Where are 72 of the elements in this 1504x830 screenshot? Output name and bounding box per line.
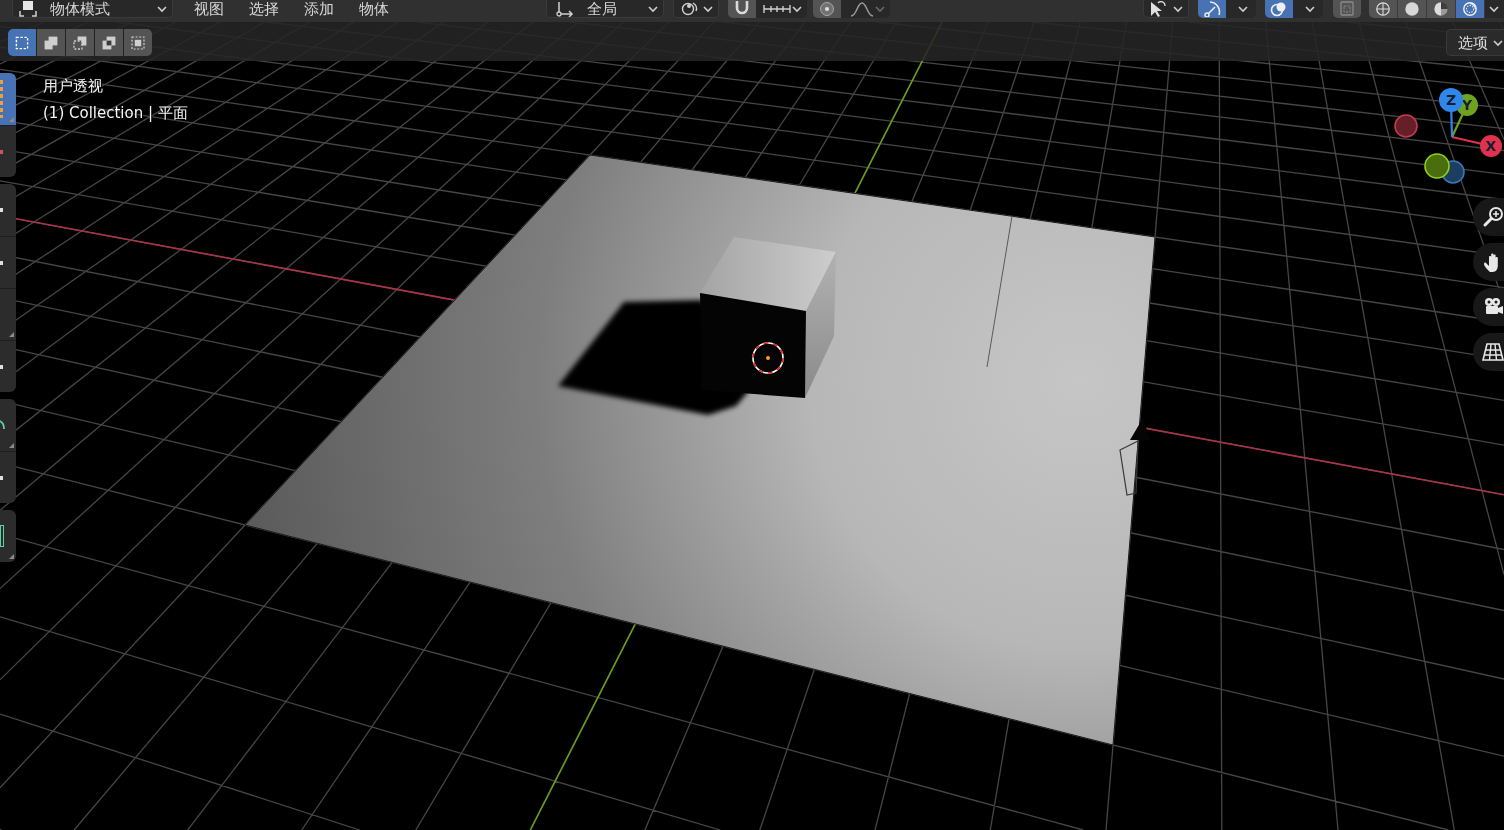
gizmo-menu-button[interactable] xyxy=(1226,0,1256,18)
partial-tool-icon xyxy=(0,420,5,430)
shading-mode-button[interactable] xyxy=(1427,0,1456,18)
shading-mode-button[interactable] xyxy=(1456,0,1485,18)
circle-dot-icon xyxy=(818,1,836,17)
chevron-down-icon xyxy=(792,5,802,13)
overlapping-circles-icon xyxy=(1270,1,1288,17)
select-mode-button[interactable] xyxy=(95,29,123,56)
partial-tool-icon xyxy=(0,80,4,118)
chevron-down-icon xyxy=(1173,4,1183,13)
partial-tool-icon xyxy=(0,364,3,369)
shading-mode-button[interactable] xyxy=(1369,0,1398,18)
xray-toggle[interactable] xyxy=(1333,0,1361,18)
orientation-dropdown[interactable]: 全局 xyxy=(546,0,664,18)
menu-item[interactable]: 选择 xyxy=(243,0,285,18)
select-mode-button[interactable] xyxy=(66,29,94,56)
zoom-in-icon xyxy=(1482,206,1504,228)
chevron-down-icon xyxy=(648,4,658,13)
chevron-down-icon xyxy=(1493,38,1503,47)
collection-object-label: (1) Collection | 平面 xyxy=(43,103,188,123)
options-dropdown[interactable]: 选项 xyxy=(1446,29,1504,56)
menu-item[interactable]: 添加 xyxy=(298,0,340,18)
overlays-toggle[interactable] xyxy=(1265,0,1293,18)
wireframe-sphere-icon xyxy=(1374,1,1392,17)
3d-cursor-icon xyxy=(752,342,784,374)
partial-tool-icon xyxy=(0,208,3,212)
axis-handle[interactable]: Z xyxy=(1439,88,1463,138)
chevron-down-icon xyxy=(157,4,167,13)
shading-menu-button[interactable] xyxy=(1485,0,1504,18)
axis-handle[interactable]: X xyxy=(1451,135,1502,157)
chevron-down-icon xyxy=(875,5,885,13)
tool-button[interactable] xyxy=(0,399,16,451)
menu-item[interactable]: 视图 xyxy=(188,0,230,18)
cursor-arrow-icon xyxy=(1148,0,1168,17)
chevron-down-icon xyxy=(1237,5,1248,13)
chevron-down-icon xyxy=(703,4,713,13)
menu-item[interactable]: 物体 xyxy=(353,0,395,18)
select-mode-button[interactable] xyxy=(8,29,36,56)
dashed-sphere-icon xyxy=(1461,1,1479,17)
selectability-dropdown[interactable] xyxy=(1143,0,1189,18)
half-shaded-sphere-icon xyxy=(1432,1,1450,17)
view-name-label: 用户透视 xyxy=(43,76,104,96)
pivot-point-icon xyxy=(679,0,699,17)
falloff-curve-icon xyxy=(849,1,875,17)
partial-tool-icon xyxy=(0,475,3,480)
falloff-dropdown[interactable] xyxy=(841,0,890,18)
select-mode-button[interactable] xyxy=(124,29,152,56)
perspective-grid-icon xyxy=(1482,341,1504,363)
negative-axis-handle[interactable] xyxy=(1424,153,1450,179)
chevron-down-icon xyxy=(1304,5,1315,13)
snap-toggle[interactable] xyxy=(728,0,756,18)
select-mode-button[interactable] xyxy=(37,29,65,56)
proportional-edit-toggle[interactable] xyxy=(813,0,841,18)
pivot-dropdown[interactable] xyxy=(673,0,719,18)
gizmo-toggle[interactable] xyxy=(1198,0,1226,18)
snap-dropdown[interactable] xyxy=(756,0,807,18)
partial-tool-icon xyxy=(0,149,3,154)
overlays-menu-button[interactable] xyxy=(1293,0,1323,18)
mode-dropdown[interactable]: 物体模式 xyxy=(12,0,173,18)
solid-sphere-icon xyxy=(1403,1,1421,17)
inner-square-icon xyxy=(128,34,148,51)
chevron-down-icon xyxy=(1489,5,1499,13)
partial-tool-icon xyxy=(0,525,4,547)
shading-mode-button[interactable] xyxy=(1398,0,1427,18)
tool-button[interactable] xyxy=(0,510,16,562)
object-square-icon xyxy=(18,0,38,17)
increment-ruler-icon xyxy=(762,3,792,15)
magnet-icon xyxy=(733,1,751,17)
partial-tool-icon xyxy=(0,260,3,265)
xray-square-icon xyxy=(1338,1,1356,17)
gizmo-arc-icon xyxy=(1203,1,1221,17)
negative-axis-handle[interactable] xyxy=(1394,114,1418,138)
